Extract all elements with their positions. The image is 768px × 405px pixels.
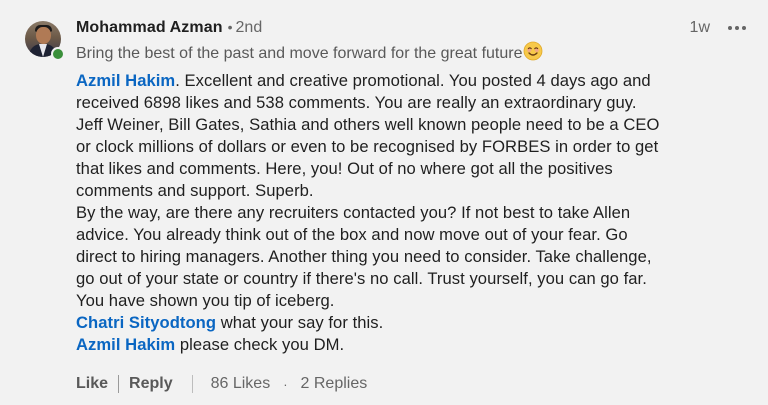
action-divider xyxy=(118,375,120,393)
comment-actions: Like Reply 86 Likes · 2 Replies xyxy=(76,375,367,393)
comment-line: that likes and comments. Here, you! Out … xyxy=(76,159,613,178)
comment-meta: 1w xyxy=(690,19,748,37)
comment-text: . Excellent and creative promotional. Yo… xyxy=(175,71,651,90)
author-headline: Bring the best of the past and move forw… xyxy=(76,41,543,63)
comment-body: Azmil Hakim. Excellent and creative prom… xyxy=(76,70,756,356)
avatar[interactable] xyxy=(25,21,65,61)
comment-text: what your say for this. xyxy=(216,313,384,332)
comment-line: received 6898 likes and 538 comments. Yo… xyxy=(76,93,637,112)
more-options-icon[interactable] xyxy=(726,22,748,34)
online-status-icon xyxy=(51,47,65,61)
count-separator: · xyxy=(283,376,288,392)
comment-line: comments and support. Superb. xyxy=(76,181,314,200)
replies-count[interactable]: 2 Replies xyxy=(301,375,368,393)
comment-line: go out of your state or country if there… xyxy=(76,269,647,288)
comment-line: advice. You already think out of the box… xyxy=(76,225,628,244)
comment-text: please check you DM. xyxy=(175,335,345,354)
comment-line: Chatri Sityodtong what your say for this… xyxy=(76,312,756,334)
comment-header: Mohammad Azman • 2nd 1w xyxy=(76,19,748,41)
comment-line: or clock millions of dollars or even to … xyxy=(76,137,659,156)
comment-card: Mohammad Azman • 2nd 1w Bring the best of … xyxy=(0,0,768,405)
mention-chatri-sityodtong[interactable]: Chatri Sityodtong xyxy=(76,313,216,332)
headline-text: Bring the best of the past and move forw… xyxy=(76,45,523,62)
author-name[interactable]: Mohammad Azman xyxy=(76,19,223,36)
action-divider xyxy=(191,375,193,393)
like-button[interactable]: Like xyxy=(76,375,108,393)
comment-line: You have shown you tip of iceberg. xyxy=(76,291,335,310)
connection-degree: 2nd xyxy=(235,19,263,36)
comment-line: By the way, are there any recruiters con… xyxy=(76,203,631,222)
reply-button[interactable]: Reply xyxy=(129,375,173,393)
smiling-face-icon xyxy=(524,41,543,61)
comment-line: direct to hiring managers. Another thing… xyxy=(76,247,652,266)
likes-count[interactable]: 86 Likes xyxy=(211,375,271,393)
comment-line: Azmil Hakim please check you DM. xyxy=(76,334,756,356)
comment-line: Azmil Hakim. Excellent and creative prom… xyxy=(76,70,756,92)
mention-azmil-hakim[interactable]: Azmil Hakim xyxy=(76,71,175,90)
timestamp: 1w xyxy=(689,19,710,36)
mention-azmil-hakim[interactable]: Azmil Hakim xyxy=(76,335,175,354)
degree-separator-icon: • xyxy=(227,19,233,35)
comment-line: Jeff Weiner, Bill Gates, Sathia and othe… xyxy=(76,115,660,134)
